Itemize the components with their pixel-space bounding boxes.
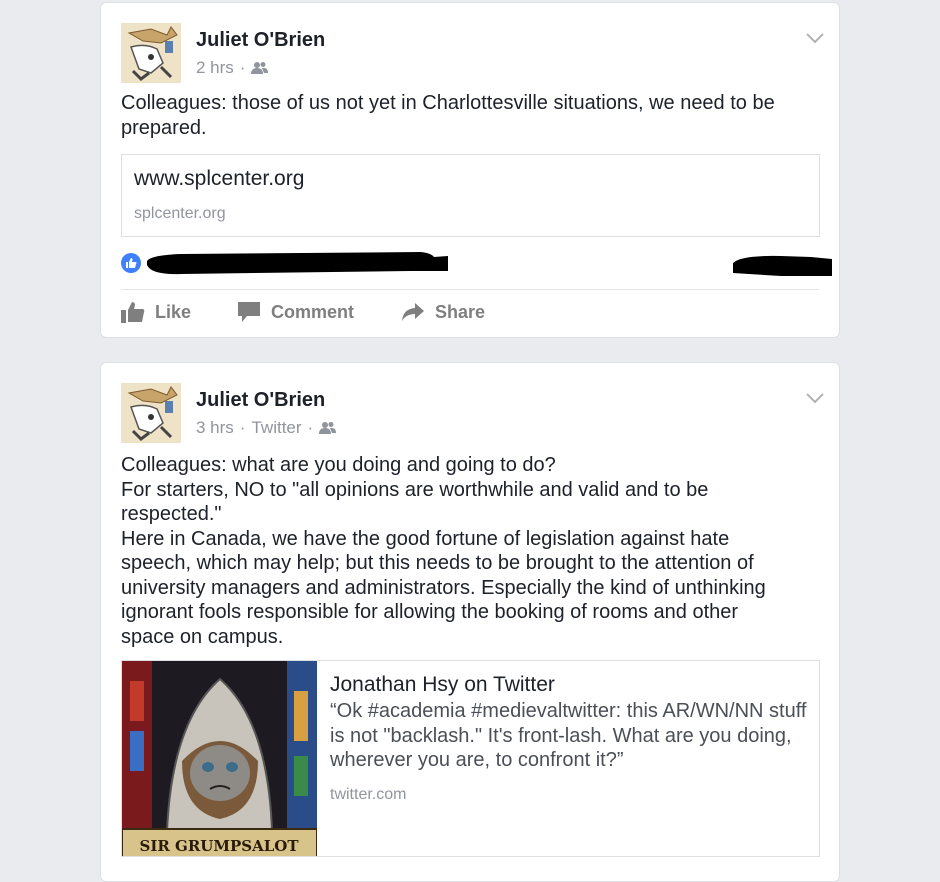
post-source: Twitter (251, 418, 302, 437)
author-name[interactable]: Juliet O'Brien (196, 389, 325, 412)
post-meta: 2 hrs · (196, 58, 269, 78)
author-avatar[interactable] (121, 383, 181, 443)
link-preview[interactable]: www.splcenter.org splcenter.org (121, 154, 820, 237)
shared-tweet-card[interactable]: SIR GRUMPSALOT Jonathan Hsy on Twitter “… (121, 660, 820, 857)
post-time[interactable]: 3 hrs (196, 418, 234, 438)
tweet-domain: twitter.com (330, 786, 407, 803)
share-icon (402, 303, 424, 321)
post-text: Colleagues: what are you doing and going… (121, 454, 766, 648)
meta-separator: · (307, 418, 314, 437)
tweet-quote: “Ok #academia #medievaltwitter: this AR/… (330, 700, 807, 771)
like-icon (121, 302, 145, 323)
chevron-down-icon[interactable] (805, 31, 825, 45)
post-time[interactable]: 2 hrs (196, 58, 234, 78)
post-card-2: Juliet O'Brien 3 hrs · Twitter · Colleag… (100, 362, 840, 882)
like-label: Like (155, 301, 192, 322)
post-actions: Like Comment Share (121, 301, 521, 331)
friends-icon (319, 422, 337, 434)
reactions-bar[interactable] (121, 251, 833, 279)
tweet-image-caption: SIR GRUMPSALOT (139, 837, 299, 855)
avatar-illustration (121, 23, 181, 83)
comment-button[interactable]: Comment (237, 301, 354, 323)
chevron-down-icon[interactable] (805, 391, 825, 405)
tweet-image: SIR GRUMPSALOT (122, 661, 317, 856)
meta-separator: · (239, 418, 246, 437)
avatar-illustration (121, 383, 181, 443)
share-label: Share (435, 301, 486, 322)
friends-icon (251, 62, 269, 74)
like-button[interactable]: Like (121, 301, 191, 323)
post-meta: 3 hrs · Twitter · (196, 418, 337, 438)
link-domain: splcenter.org (134, 205, 226, 222)
author-avatar[interactable] (121, 23, 181, 83)
redaction-marks (147, 252, 832, 276)
post-card-1: Juliet O'Brien 2 hrs · Colleagues: those… (100, 2, 840, 338)
author-name[interactable]: Juliet O'Brien (196, 29, 325, 52)
link-title[interactable]: www.splcenter.org (134, 167, 304, 191)
share-button[interactable]: Share (401, 301, 485, 323)
tweet-card-title[interactable]: Jonathan Hsy on Twitter (330, 673, 555, 697)
post-text: Colleagues: those of us not yet in Charl… (121, 92, 775, 139)
actions-divider (121, 289, 819, 290)
meta-separator: · (239, 58, 246, 77)
comment-icon (238, 302, 260, 322)
comment-label: Comment (271, 301, 355, 322)
